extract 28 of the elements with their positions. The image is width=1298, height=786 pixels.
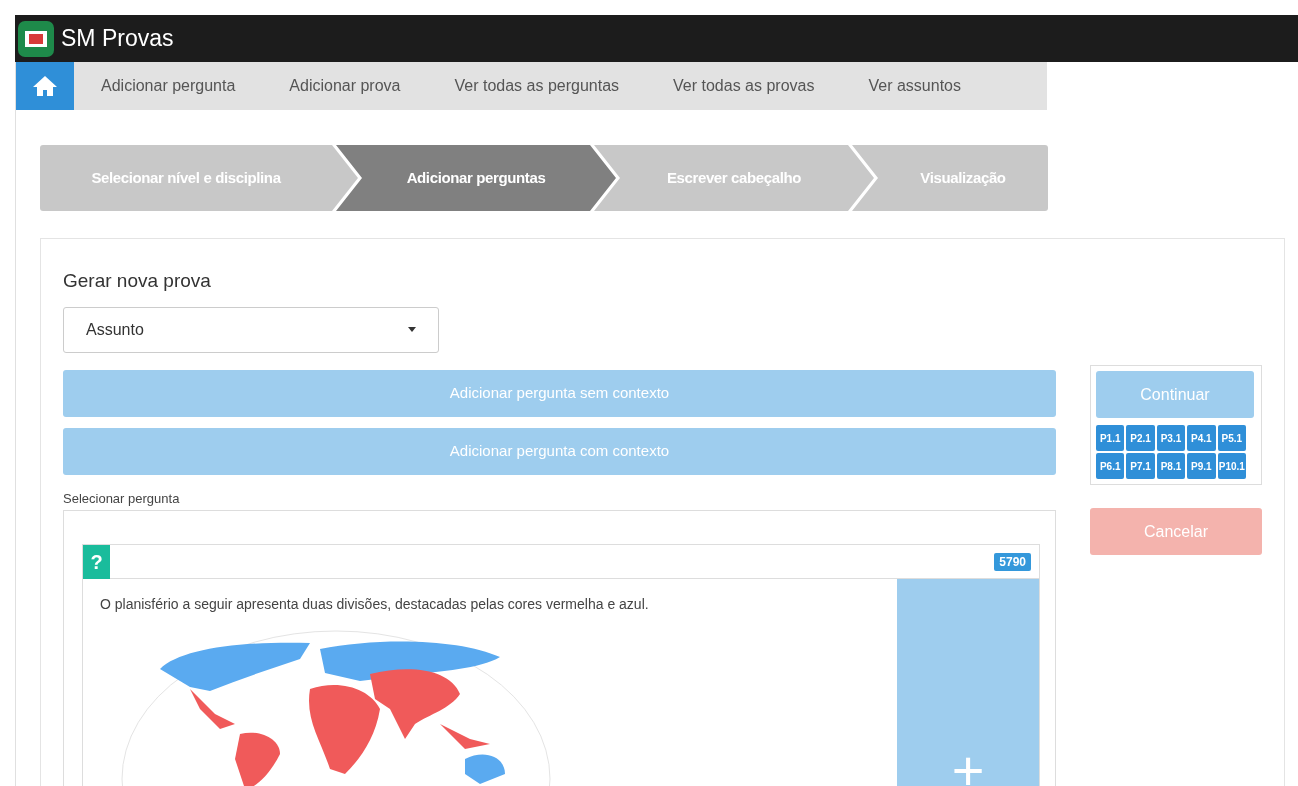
question-chip[interactable]: P8.1 xyxy=(1156,453,1186,479)
question-chip[interactable]: P6.1 xyxy=(1096,453,1125,479)
question-id-badge: 5790 xyxy=(994,552,1031,571)
nav-link[interactable]: Ver todas as provas xyxy=(673,74,815,98)
cancel-button[interactable]: Cancelar xyxy=(1090,508,1262,555)
section-label: Selecionar pergunta xyxy=(63,489,181,508)
nav-link[interactable]: Ver assuntos xyxy=(868,74,961,98)
question-chip[interactable]: P9.1 xyxy=(1187,453,1216,479)
wizard-step[interactable]: Adicionar perguntas xyxy=(336,145,616,211)
question-chip[interactable]: P7.1 xyxy=(1126,453,1155,479)
question-chip[interactable]: P10.1 xyxy=(1217,453,1246,479)
question-chip[interactable]: P4.1 xyxy=(1187,425,1216,451)
app-title: SM Provas xyxy=(61,24,174,54)
laptop-logo-icon xyxy=(18,20,54,57)
question-chip[interactable]: P1.1 xyxy=(1096,425,1125,451)
subject-select[interactable]: Assunto xyxy=(63,306,439,353)
question-chip[interactable]: P3.1 xyxy=(1156,425,1186,451)
nav-link[interactable]: Adicionar pergunta xyxy=(101,74,236,98)
question-chip[interactable]: P5.1 xyxy=(1217,425,1246,451)
nav-link[interactable]: Adicionar prova xyxy=(289,74,401,98)
caret-icon xyxy=(408,327,416,332)
nav-link[interactable]: Ver todas as perguntas xyxy=(454,74,620,98)
question-text: O planisfério a seguir apresenta duas divisões, destacadas pelas cores vermelha e azul. xyxy=(100,595,650,614)
form-title: Gerar nova prova xyxy=(63,269,212,293)
home-icon xyxy=(32,75,58,97)
home-button[interactable] xyxy=(16,62,74,110)
question-badge: ? xyxy=(83,544,110,579)
question-chip[interactable]: P2.1 xyxy=(1126,425,1155,451)
